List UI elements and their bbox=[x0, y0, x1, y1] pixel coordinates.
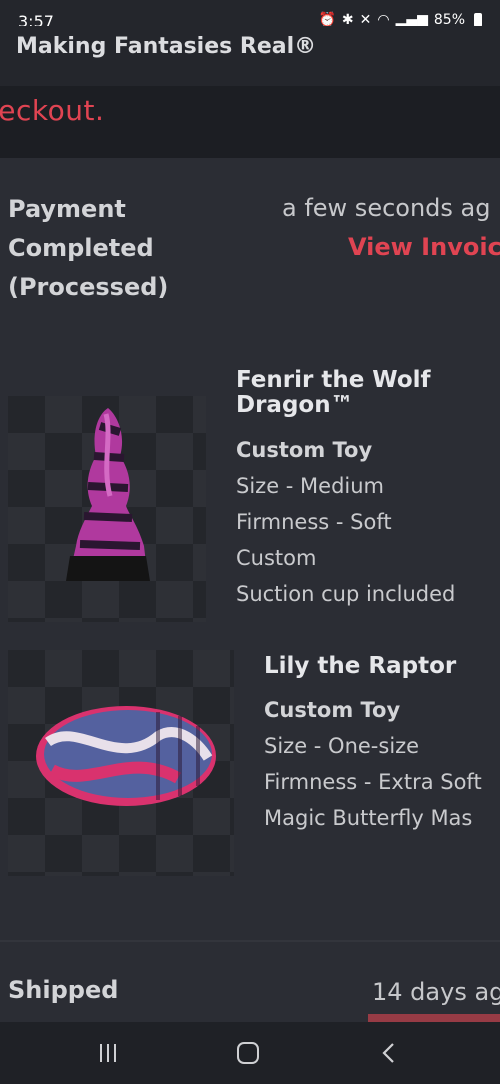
product-illustration bbox=[66, 408, 150, 581]
product-image-lily[interactable] bbox=[8, 650, 234, 876]
product-name-line: Fenrir the Wolf bbox=[236, 367, 431, 393]
product-name[interactable]: Lily the Raptor bbox=[264, 654, 456, 679]
product-name-line: Lily the Raptor bbox=[264, 653, 457, 679]
brand-title[interactable]: Making Fantasies Real® bbox=[16, 34, 316, 59]
back-button[interactable] bbox=[368, 1036, 408, 1070]
product-type: Custom Toy bbox=[264, 698, 401, 722]
tracking-link-partial[interactable] bbox=[368, 1014, 500, 1022]
view-invoice-link[interactable]: View Invoic bbox=[348, 233, 500, 261]
event-status-title: Payment Completed (Processed) bbox=[8, 190, 168, 307]
product-name[interactable]: Fenrir the Wolf Dragon™ bbox=[236, 368, 431, 418]
event-status-line: Payment bbox=[8, 195, 126, 223]
battery-icon bbox=[474, 13, 482, 27]
back-icon bbox=[382, 1043, 394, 1063]
event-status-line: Completed bbox=[8, 234, 154, 262]
checkout-banner: neckout. bbox=[0, 86, 500, 158]
recent-apps-button[interactable] bbox=[88, 1036, 128, 1070]
product-name-line: Dragon™ bbox=[236, 392, 354, 418]
recent-apps-icon bbox=[100, 1044, 116, 1062]
home-button[interactable] bbox=[228, 1036, 268, 1070]
home-icon bbox=[237, 1042, 259, 1064]
product-attribute: Magic Butterfly Mas bbox=[264, 806, 473, 830]
product-attribute: Firmness - Soft bbox=[236, 510, 392, 534]
system-nav-bar bbox=[0, 1022, 500, 1084]
checkout-text: neckout. bbox=[0, 94, 105, 127]
event-status-line: (Processed) bbox=[8, 273, 169, 301]
product-attribute: Size - One-size bbox=[264, 734, 420, 758]
section-divider bbox=[0, 940, 500, 942]
product-image-fenrir[interactable] bbox=[8, 396, 206, 622]
product-attribute: Size - Medium bbox=[236, 474, 385, 498]
product-attribute: Firmness - Extra Soft bbox=[264, 770, 482, 794]
event-timestamp: 14 days ag bbox=[372, 978, 500, 1006]
event-status-title: Shipped bbox=[8, 976, 119, 1004]
brand-header: Making Fantasies Real® bbox=[0, 26, 500, 86]
product-attribute: Custom bbox=[236, 546, 317, 570]
event-timestamp: a few seconds ag bbox=[282, 194, 491, 222]
product-illustration bbox=[36, 706, 216, 806]
product-type: Custom Toy bbox=[236, 438, 373, 462]
product-attribute: Suction cup included bbox=[236, 582, 456, 606]
